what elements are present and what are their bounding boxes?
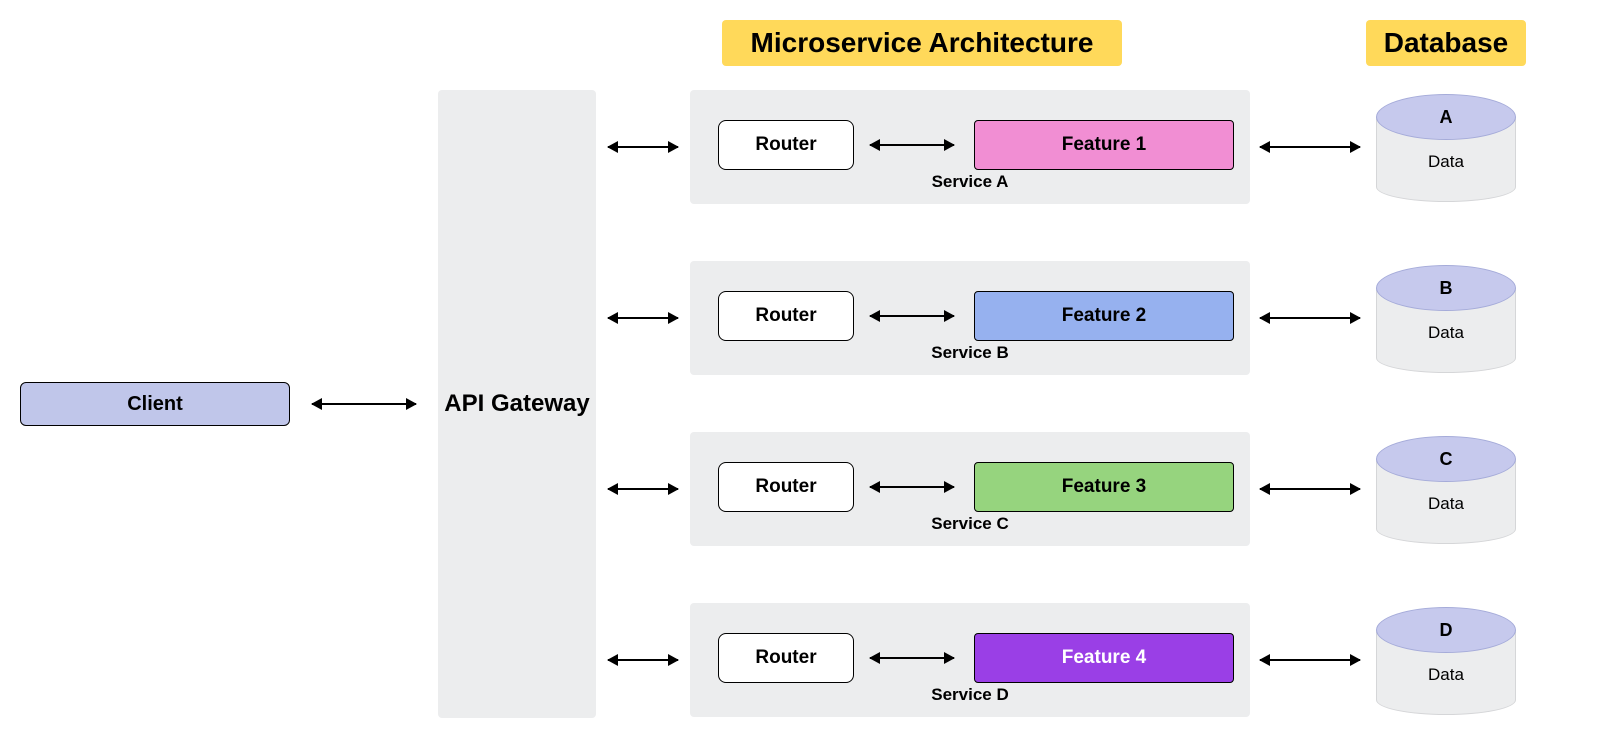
service-d-label: Service D (690, 685, 1250, 705)
router-a-label: Router (755, 134, 816, 156)
arrow-client-gateway (312, 403, 416, 405)
service-d: Router Feature 4 Service D (690, 603, 1250, 717)
feature-3-label: Feature 3 (1062, 476, 1146, 498)
router-b: Router (718, 291, 854, 341)
database-c-label: Data (1376, 494, 1516, 514)
arrow-router-feature-a (870, 144, 954, 146)
arrow-gateway-service-a (608, 146, 678, 148)
feature-4-label: Feature 4 (1062, 647, 1146, 669)
database-d-label: Data (1376, 665, 1516, 685)
database-d-letter: D (1440, 620, 1453, 641)
feature-1-label: Feature 1 (1062, 134, 1146, 156)
header-microservice-text: Microservice Architecture (751, 27, 1094, 59)
router-a: Router (718, 120, 854, 170)
arrow-router-feature-d (870, 657, 954, 659)
service-a-label: Service A (690, 172, 1250, 192)
database-a-letter: A (1440, 107, 1453, 128)
header-database-text: Database (1384, 27, 1509, 59)
feature-2: Feature 2 (974, 291, 1234, 341)
client-box: Client (20, 382, 290, 426)
router-c: Router (718, 462, 854, 512)
router-b-label: Router (755, 305, 816, 327)
header-microservice: Microservice Architecture (722, 20, 1122, 66)
client-label: Client (127, 393, 183, 416)
arrow-router-feature-b (870, 315, 954, 317)
service-b-label: Service B (690, 343, 1250, 363)
router-d: Router (718, 633, 854, 683)
arrow-service-db-d (1260, 659, 1360, 661)
database-c-letter: C (1440, 449, 1453, 470)
feature-2-label: Feature 2 (1062, 305, 1146, 327)
arrow-service-db-a (1260, 146, 1360, 148)
feature-4: Feature 4 (974, 633, 1234, 683)
arrow-service-db-c (1260, 488, 1360, 490)
arrow-gateway-service-d (608, 659, 678, 661)
arrow-service-db-b (1260, 317, 1360, 319)
service-a: Router Feature 1 Service A (690, 90, 1250, 204)
database-b-label: Data (1376, 323, 1516, 343)
arrow-gateway-service-c (608, 488, 678, 490)
api-gateway: API Gateway (438, 90, 596, 718)
feature-3: Feature 3 (974, 462, 1234, 512)
arrow-gateway-service-b (608, 317, 678, 319)
header-database: Database (1366, 20, 1526, 66)
router-c-label: Router (755, 476, 816, 498)
service-c-label: Service C (690, 514, 1250, 534)
feature-1: Feature 1 (974, 120, 1234, 170)
router-d-label: Router (755, 647, 816, 669)
api-gateway-label: API Gateway (444, 388, 589, 419)
database-b-letter: B (1440, 278, 1453, 299)
arrow-router-feature-c (870, 486, 954, 488)
service-b: Router Feature 2 Service B (690, 261, 1250, 375)
service-c: Router Feature 3 Service C (690, 432, 1250, 546)
database-a-label: Data (1376, 152, 1516, 172)
